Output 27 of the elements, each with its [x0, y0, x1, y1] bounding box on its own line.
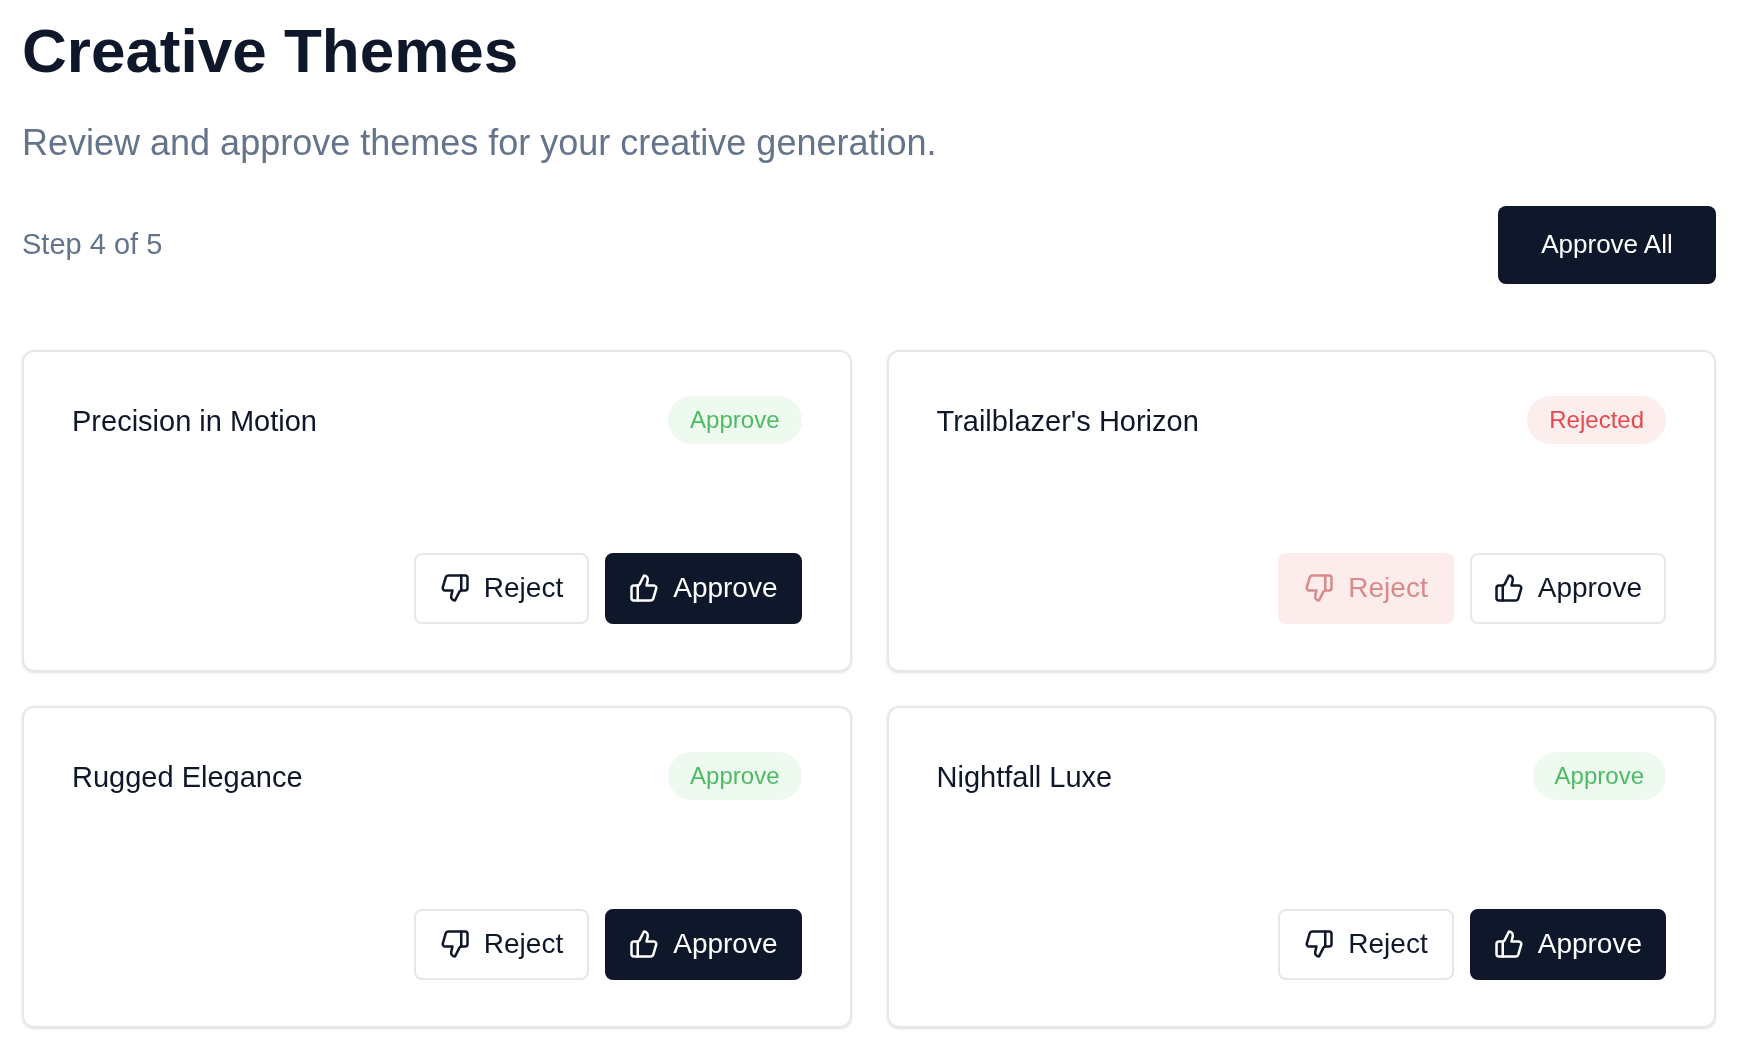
- approve-button[interactable]: Approve: [605, 908, 802, 980]
- theme-title: Trailblazer's Horizon: [936, 403, 1199, 439]
- thumbs-down-icon: [1304, 929, 1335, 959]
- reject-button[interactable]: Reject: [1278, 908, 1454, 980]
- thumbs-down-icon: [439, 573, 470, 603]
- status-badge: Approve: [1532, 751, 1666, 800]
- approve-button[interactable]: Approve: [1469, 908, 1666, 980]
- approve-all-button[interactable]: Approve All: [1498, 205, 1716, 284]
- reject-button[interactable]: Reject: [413, 908, 590, 980]
- page-title: Creative Themes: [22, 15, 519, 87]
- theme-title: Precision in Motion: [72, 403, 317, 439]
- approve-button[interactable]: Approve: [605, 552, 802, 624]
- step-indicator: Step 4 of 5: [22, 226, 163, 262]
- theme-title: Nightfall Luxe: [936, 759, 1113, 795]
- thumbs-up-icon: [1493, 929, 1524, 959]
- thumbs-up-icon: [629, 573, 660, 603]
- status-badge: Rejected: [1527, 395, 1666, 444]
- status-badge: Approve: [668, 395, 802, 444]
- thumbs-up-icon: [1493, 573, 1524, 603]
- reject-button[interactable]: Reject: [413, 552, 590, 624]
- thumbs-up-icon: [629, 929, 660, 959]
- theme-title: Rugged Elegance: [72, 759, 303, 795]
- thumbs-down-icon: [1304, 573, 1335, 603]
- approve-button[interactable]: Approve: [1469, 552, 1666, 624]
- thumbs-down-icon: [439, 929, 470, 959]
- status-badge: Approve: [668, 751, 802, 800]
- page-subtitle: Review and approve themes for your creative generation.: [22, 120, 937, 165]
